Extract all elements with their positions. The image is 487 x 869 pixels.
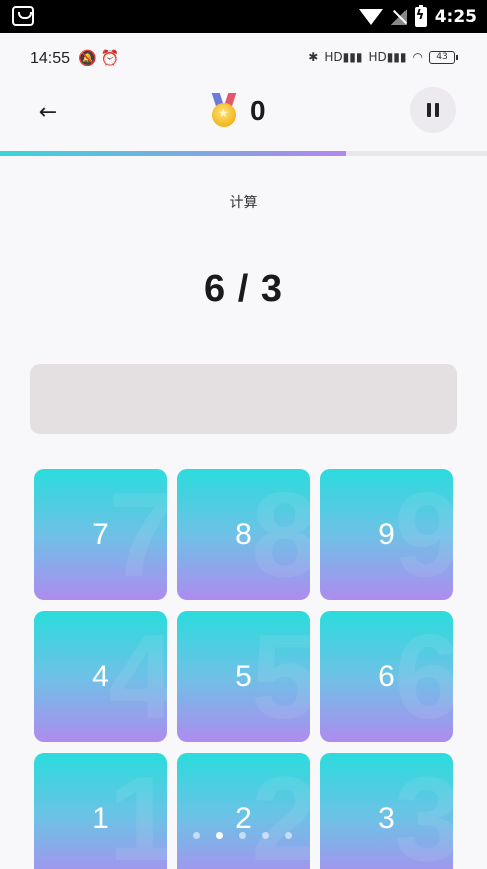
battery-charging-icon [414,5,427,27]
key-label: 7 [92,517,109,551]
alarm-icon: ⏰ [100,49,120,67]
page-dot[interactable] [262,832,269,839]
progress-fill [0,151,346,156]
bell-off-icon: 🔕 [78,49,97,67]
bluetooth-icon: ✱ [308,50,319,64]
status-time: 14:55 [30,50,71,67]
shopping-bag-icon [12,6,34,26]
pause-button[interactable] [410,87,456,133]
score-value: 0 [250,95,266,126]
page-dot[interactable] [216,832,223,839]
key-6[interactable]: 6 6 [320,611,453,742]
page-indicator [193,832,292,839]
key-1[interactable]: 1 1 [34,753,167,869]
key-label: 6 [378,659,395,693]
key-9[interactable]: 9 9 [320,469,453,600]
key-label: 2 [235,801,252,835]
score-display: 0 [210,93,266,129]
page-dot[interactable] [239,832,246,839]
system-time: 4:25 [434,7,477,27]
key-label: 1 [92,801,109,835]
signal-label: HD [368,50,387,64]
page-dot[interactable] [285,832,292,839]
key-5[interactable]: 5 5 [177,611,310,742]
signal-label: HD [324,50,343,64]
signal-hd-icon: HD▮▮▮ [368,50,407,64]
app-header: ← 0 [0,83,487,151]
key-label: 4 [92,659,109,693]
key-label: 3 [378,801,395,835]
wifi-icon [358,9,383,25]
system-status-icons: 4:25 [358,5,477,29]
key-label: 5 [235,659,252,693]
signal-hd-icon: HD▮▮▮ [324,50,363,64]
operation-label: 计算 [229,195,258,211]
wifi-icon: ◠ [412,50,423,64]
answer-field[interactable] [30,364,457,434]
key-label: 8 [235,517,252,551]
status-bar: 14:55 🔕 ⏰ ✱ HD▮▮▮ HD▮▮▮ ◠ 43 [0,33,487,83]
key-label: 9 [378,517,395,551]
medal-icon [210,93,238,129]
no-signal-icon [390,9,407,25]
status-icons-right: ✱ HD▮▮▮ HD▮▮▮ ◠ 43 [308,50,458,64]
back-button[interactable]: ← [30,95,66,131]
progress-bar [0,151,487,156]
system-bar: 4:25 [0,0,487,33]
page-dot[interactable] [193,832,200,839]
key-8[interactable]: 8 8 [177,469,310,600]
arrow-left-icon: ← [38,100,58,125]
battery-level: 43 [429,50,458,64]
status-icons-left: 🔕 ⏰ [78,49,119,67]
key-2[interactable]: 2 2 [177,753,310,869]
key-3[interactable]: 3 3 [320,753,453,869]
question-text: 6 / 3 [204,268,283,310]
key-4[interactable]: 4 4 [34,611,167,742]
key-7[interactable]: 7 7 [34,469,167,600]
